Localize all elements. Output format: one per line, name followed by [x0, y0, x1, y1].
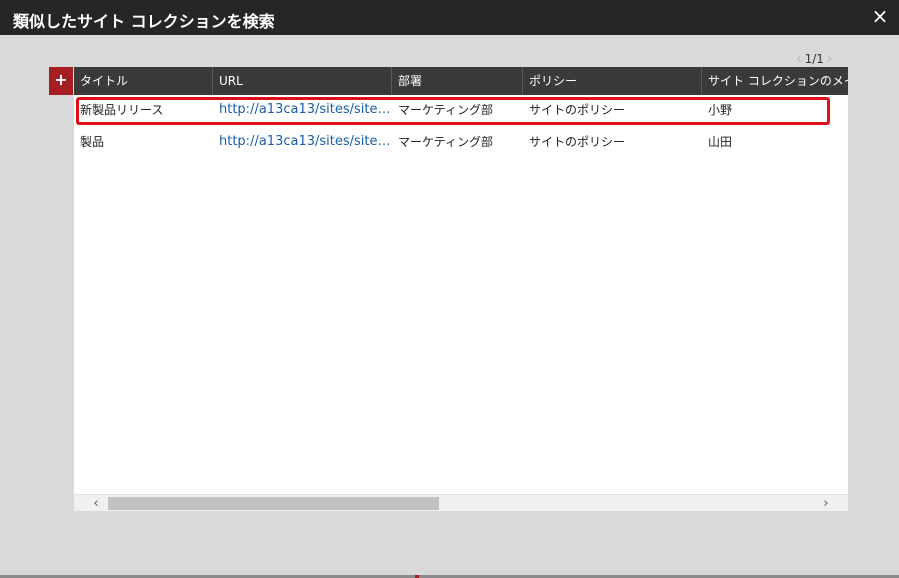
close-icon[interactable]: × — [869, 4, 891, 28]
add-column-button[interactable]: + — [49, 67, 73, 95]
table-row[interactable]: 新製品リリース http://a13ca13/sites/site… マーケティ… — [74, 95, 848, 125]
dialog-titlebar: 類似したサイト コレクションを検索 × — [0, 0, 899, 35]
table-row[interactable]: 製品 http://a13ca13/sites/site… マーケティング部 サ… — [74, 127, 848, 157]
cell-policy: サイトのポリシー — [529, 135, 626, 149]
page-indicator: 1/1 — [804, 52, 824, 66]
cell-department: マーケティング部 — [398, 135, 494, 149]
column-header-primary-admin[interactable]: サイト コレクションのメイン — [702, 67, 848, 95]
cell-primary-admin: 山田 — [708, 135, 733, 149]
cell-policy: サイトのポリシー — [529, 103, 626, 117]
cell-primary-admin: 小野 — [708, 103, 733, 117]
next-page-icon[interactable]: › — [827, 51, 833, 67]
grid-header: タイトル URL 部署 ポリシー サイト コレクションのメイン — [74, 67, 848, 95]
column-header-url[interactable]: URL — [213, 67, 392, 95]
column-header-department[interactable]: 部署 — [392, 67, 523, 95]
horizontal-scrollbar[interactable]: ‹ › — [74, 494, 848, 511]
scroll-right-icon[interactable]: › — [816, 495, 836, 511]
pager: ‹ 1/1 › — [796, 51, 833, 67]
column-header-title[interactable]: タイトル — [74, 67, 213, 95]
column-header-policy[interactable]: ポリシー — [523, 67, 702, 95]
scrollbar-thumb[interactable] — [108, 497, 439, 510]
cell-url-link[interactable]: http://a13ca13/sites/site… — [213, 95, 392, 125]
scroll-left-icon[interactable]: ‹ — [86, 495, 106, 511]
results-grid: タイトル URL 部署 ポリシー サイト コレクションのメイン 新製品リリース … — [74, 67, 848, 511]
cell-title: 新製品リリース — [80, 103, 164, 117]
dialog-title: 類似したサイト コレクションを検索 — [13, 12, 275, 31]
prev-page-icon[interactable]: ‹ — [796, 51, 802, 67]
cell-department: マーケティング部 — [398, 103, 494, 117]
cell-url-link[interactable]: http://a13ca13/sites/site… — [213, 127, 392, 157]
cell-title: 製品 — [80, 135, 105, 149]
